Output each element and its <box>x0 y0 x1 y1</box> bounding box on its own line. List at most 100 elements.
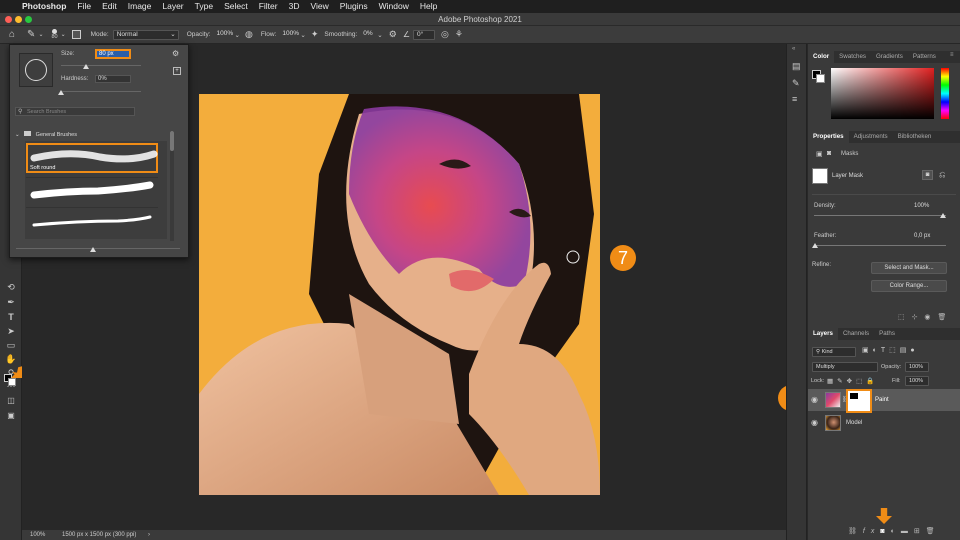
add-mask-icon[interactable]: ◙ <box>922 170 933 180</box>
filter-toggle-icon[interactable]: ● <box>910 347 918 354</box>
rectangle-tool-icon[interactable]: ▭ <box>4 339 18 351</box>
lock-transparent-icon[interactable]: ▦ <box>827 378 837 385</box>
link-layers-icon[interactable]: ⛓ <box>848 528 863 535</box>
opacity-field[interactable]: 100% <box>213 29 234 40</box>
tab-paths[interactable]: Paths <box>874 328 900 340</box>
layer-row-paint[interactable]: ◉ ⛓ Paint <box>808 389 960 413</box>
menu-image[interactable]: Image <box>128 0 152 13</box>
tab-properties[interactable]: Properties <box>808 131 849 143</box>
filter-smart-icon[interactable]: ▤ <box>900 347 911 354</box>
collapse-chevrons-icon[interactable]: « <box>792 46 795 52</box>
pen-tool-icon[interactable]: ✒ <box>4 296 18 308</box>
color-picker-field[interactable] <box>831 68 934 119</box>
menu-plugins[interactable]: Plugins <box>340 0 368 13</box>
layer-opacity-field[interactable]: 100% <box>905 362 929 372</box>
size-slider[interactable] <box>61 65 141 66</box>
zoom-level[interactable]: 100% <box>30 530 45 540</box>
close-window-button[interactable] <box>5 16 12 23</box>
density-slider[interactable] <box>814 215 946 216</box>
hardness-input[interactable]: 0% <box>95 75 131 83</box>
brush-tip-preview[interactable] <box>19 53 53 87</box>
visibility-icon[interactable]: ◉ <box>924 314 930 321</box>
menu-layer[interactable]: Layer <box>162 0 183 13</box>
minimize-window-button[interactable] <box>15 16 22 23</box>
menu-select[interactable]: Select <box>224 0 248 13</box>
preview-size-slider[interactable] <box>16 248 180 249</box>
hardness-slider[interactable] <box>61 91 141 92</box>
feather-slider-handle[interactable] <box>812 243 818 248</box>
hardness-slider-handle[interactable] <box>58 90 64 95</box>
chevron-down-icon[interactable]: ⌄ <box>38 31 43 38</box>
gear-icon[interactable]: ⚙ <box>172 49 179 58</box>
layer-mask-thumbnail-paint[interactable] <box>846 389 872 413</box>
smoothing-settings-icon[interactable]: ⚙ <box>389 29 397 40</box>
brush-size-input[interactable]: 80 px <box>95 49 131 59</box>
smoothing-field[interactable]: 0% <box>360 29 377 40</box>
pressure-opacity-icon[interactable]: ◍ <box>245 29 253 40</box>
new-preset-icon[interactable]: + <box>173 67 181 75</box>
lock-all-icon[interactable]: 🔒 <box>866 378 878 385</box>
tab-layers[interactable]: Layers <box>808 328 838 340</box>
menu-filter[interactable]: Filter <box>259 0 278 13</box>
menu-file[interactable]: File <box>77 0 91 13</box>
visibility-eye-icon[interactable]: ◉ <box>811 418 818 427</box>
tab-channels[interactable]: Channels <box>838 328 874 340</box>
layer-kind-filter[interactable]: ⚲ Kind <box>812 347 856 357</box>
brush-item-soft-round[interactable]: Soft round <box>26 143 158 173</box>
chevron-down-icon[interactable]: ⌄ <box>300 31 305 39</box>
brush-angle-field[interactable]: 0° <box>412 29 435 40</box>
lock-paint-icon[interactable]: ✎ <box>837 378 846 385</box>
color-range-button[interactable]: Color Range... <box>871 280 947 292</box>
chevron-down-icon[interactable]: ⌄ <box>61 31 66 38</box>
type-icon[interactable]: ⟲ <box>4 281 18 293</box>
panel-menu-icon[interactable]: ≡ <box>950 52 954 58</box>
layer-row-model[interactable]: ◉ Model <box>808 412 960 434</box>
density-value[interactable]: 100% <box>914 203 929 209</box>
visibility-eye-icon[interactable]: ◉ <box>811 395 818 404</box>
delete-layer-icon[interactable]: 🗑 <box>926 528 941 535</box>
layer-name[interactable]: Model <box>846 420 862 426</box>
history-icon[interactable]: ▤ <box>792 61 801 72</box>
brush-size-picker[interactable]: 80 <box>51 29 58 40</box>
brush-panel-icon[interactable]: ✎ <box>792 78 800 89</box>
menu-3d[interactable]: 3D <box>289 0 300 13</box>
brush-item-tapered[interactable] <box>26 207 158 233</box>
zoom-window-button[interactable] <box>25 16 32 23</box>
load-selection-icon[interactable]: ⬚ <box>898 314 905 321</box>
vector-mask-icon[interactable]: ⎌ <box>939 170 945 180</box>
preview-size-handle[interactable] <box>90 247 96 252</box>
layer-name[interactable]: Paint <box>875 397 889 403</box>
filter-shape-icon[interactable]: ⬚ <box>889 347 900 354</box>
size-slider-handle[interactable] <box>83 64 89 69</box>
app-menu[interactable]: Photoshop <box>22 0 66 13</box>
fill-field[interactable]: 100% <box>905 376 929 386</box>
photo-model-image[interactable] <box>199 94 600 495</box>
path-selection-icon[interactable]: ➤ <box>4 325 18 337</box>
delete-icon[interactable]: 🗑 <box>937 314 946 321</box>
filter-pixel-icon[interactable]: ▣ <box>862 347 873 354</box>
hue-slider[interactable] <box>941 68 949 119</box>
home-icon[interactable]: ⌂ <box>9 29 15 40</box>
adjustments-icon[interactable]: ≡ <box>792 94 797 104</box>
chevron-down-icon[interactable]: ⌄ <box>377 31 382 39</box>
tab-patterns[interactable]: Patterns <box>908 51 941 63</box>
filter-adjustment-icon[interactable]: ◐ <box>873 347 881 354</box>
pressure-size-icon[interactable]: ◎ <box>441 29 449 40</box>
blend-mode-select[interactable]: Multiply <box>812 362 878 372</box>
add-layer-mask-icon[interactable]: ◙ <box>880 528 890 535</box>
tab-bibliotheken[interactable]: Bibliotheken <box>893 131 937 143</box>
fx-icon[interactable]: fx <box>863 528 880 535</box>
chevron-down-icon[interactable]: ⌄ <box>235 31 240 39</box>
menu-view[interactable]: View <box>310 0 328 13</box>
brush-item-hard-round[interactable] <box>26 177 158 203</box>
tab-color[interactable]: Color <box>808 51 835 63</box>
airbrush-icon[interactable]: ✦ <box>311 29 319 40</box>
brush-folder-row[interactable]: ⌄ General Brushes <box>15 130 165 140</box>
lock-artboard-icon[interactable]: ⬚ <box>856 378 866 385</box>
new-layer-icon[interactable]: ⊞ <box>914 528 926 535</box>
quick-mask-icon[interactable]: ◫ <box>4 395 18 407</box>
brush-search-field[interactable]: ⚲ Search Brushes <box>15 107 135 116</box>
mode-select[interactable]: Normal ⌄ <box>112 29 179 40</box>
adjustment-layer-icon[interactable]: ◐ <box>891 528 901 535</box>
menu-window[interactable]: Window <box>379 0 409 13</box>
